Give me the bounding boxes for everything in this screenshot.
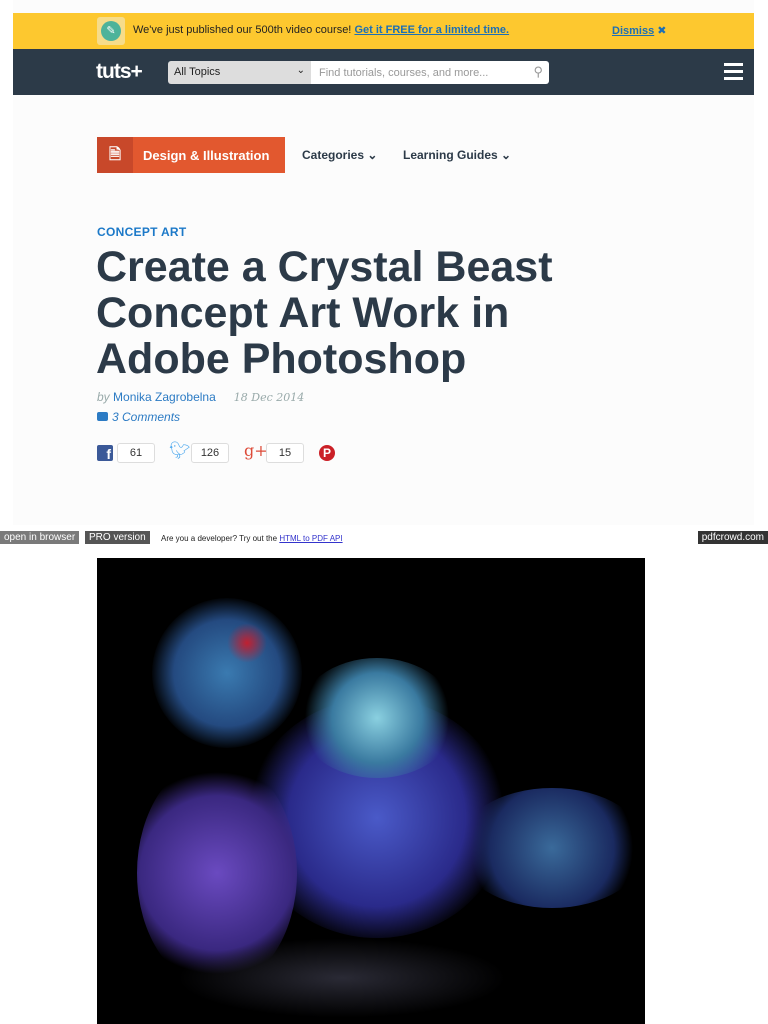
category-label: Design & Illustration [143, 148, 270, 163]
facebook-icon[interactable]: f [97, 445, 113, 462]
pinterest-icon[interactable]: P [319, 445, 335, 461]
category-button[interactable]: 🗎 Design & Illustration [97, 137, 285, 173]
hamburger-menu-icon[interactable] [724, 63, 743, 84]
learning-guides-label: Learning Guides [403, 148, 498, 162]
author-link[interactable]: Monika Zagrobelna [113, 390, 216, 404]
search-placeholder: Find tutorials, courses, and more... [319, 67, 489, 79]
googleplus-count: 15 [266, 443, 304, 463]
chevron-down-icon: ⌄ [296, 65, 305, 76]
facebook-count: 61 [117, 443, 155, 463]
by-label: by [97, 390, 110, 404]
announcement-banner: ✎ We've just published our 500th video c… [13, 13, 754, 49]
learning-guides-menu[interactable]: Learning Guides ⌄ [403, 148, 511, 162]
categories-label: Categories [302, 148, 365, 162]
hero-image-crystal-beast [97, 558, 645, 1024]
comments-label: 3 Comments [112, 410, 181, 424]
publish-date: 18 Dec 2014 [233, 391, 305, 404]
dismiss-button[interactable]: Dismiss [612, 25, 654, 37]
api-link[interactable]: HTML to PDF API [279, 534, 342, 543]
developer-text: Are you a developer? Try out the [161, 534, 278, 543]
pen-icon: ✎ [97, 17, 125, 45]
chevron-down-icon: ⌄ [501, 148, 512, 162]
banner-link[interactable]: Get it FREE for a limited time. [354, 24, 509, 36]
topic-select[interactable]: All Topics ⌄ [168, 61, 311, 84]
banner-message: We've just published our 500th video cou… [133, 24, 352, 36]
document-icon: 🗎 [97, 137, 133, 173]
category-kicker[interactable]: CONCEPT ART [97, 225, 187, 239]
pdfcrowd-bar: open in browser PRO version Are you a de… [0, 531, 768, 545]
byline: by Monika Zagrobelna 18 Dec 2014 [97, 390, 304, 404]
open-in-browser-button[interactable]: open in browser [0, 531, 80, 544]
search-icon[interactable]: ⚲ [533, 64, 543, 80]
comment-icon [97, 412, 108, 421]
close-icon[interactable]: ✖ [657, 25, 666, 37]
page-title: Create a Crystal Beast Concept Art Work … [96, 243, 553, 383]
pro-version-button[interactable]: PRO version [85, 531, 150, 544]
top-nav: tuts+ All Topics ⌄ Find tutorials, course… [13, 49, 754, 95]
comments-link[interactable]: 3 Comments [97, 410, 180, 424]
topic-select-value: All Topics [174, 66, 221, 78]
pdfcrowd-link[interactable]: pdfcrowd.com [697, 531, 768, 544]
categories-menu[interactable]: Categories ⌄ [302, 148, 377, 162]
chevron-down-icon: ⌄ [367, 148, 378, 162]
twitter-count: 126 [191, 443, 229, 463]
googleplus-icon[interactable]: g+ [244, 441, 268, 461]
tuts-logo[interactable]: tuts+ [96, 60, 143, 84]
search-input[interactable]: Find tutorials, courses, and more... ⚲ [311, 61, 549, 84]
twitter-icon[interactable]: 🐦︎ [169, 441, 191, 461]
